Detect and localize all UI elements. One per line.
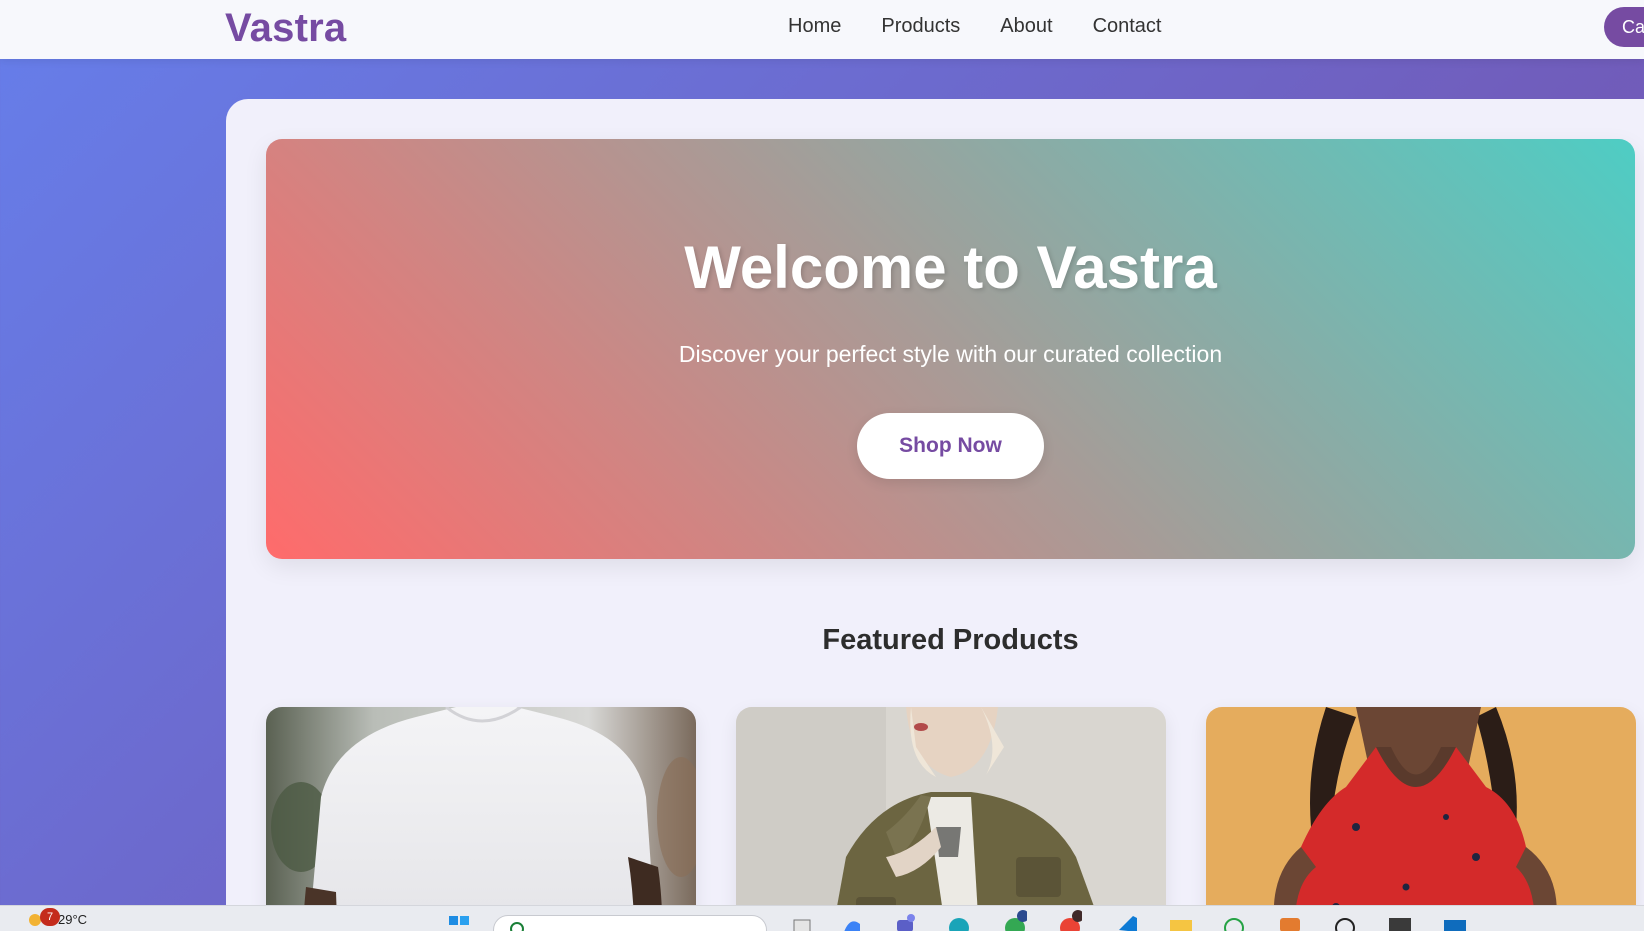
product-image-white-tshirt[interactable] [266, 707, 696, 919]
product-card[interactable] [266, 707, 696, 919]
notification-badge: 7 [40, 908, 60, 926]
nav-links: Home Products About Contact [788, 15, 1162, 38]
hero-subtitle: Discover your perfect style with our cur… [678, 341, 1223, 367]
cart-button[interactable]: Ca [1604, 7, 1644, 47]
featured-products-title: Featured Products [822, 624, 1079, 656]
store-icon[interactable] [1442, 910, 1466, 931]
whatsapp-icon[interactable] [1222, 910, 1246, 931]
main-container: Welcome to Vastra Discover your perfect … [226, 99, 1644, 919]
search-icon [510, 922, 524, 931]
vscode-icon[interactable] [1115, 910, 1139, 931]
copilot-icon[interactable] [840, 910, 864, 931]
task-view-icon[interactable] [790, 910, 814, 931]
navbar: Vastra Home Products About Contact Ca [0, 0, 1644, 59]
nav-link-about[interactable]: About [1000, 15, 1052, 38]
weather-temperature: 29°C [58, 911, 88, 927]
shop-now-button[interactable]: Shop Now [857, 413, 1044, 479]
taskbar-search-input[interactable] [493, 915, 767, 931]
teams-icon[interactable] [893, 910, 917, 931]
nav-link-products[interactable]: Products [881, 15, 960, 38]
weather-widget[interactable]: 7 29°C [26, 908, 87, 930]
chrome-icon-active[interactable] [1058, 910, 1084, 931]
weather-icon: 7 [26, 908, 60, 930]
windows-start-icon[interactable] [447, 910, 471, 931]
nav-link-contact[interactable]: Contact [1093, 15, 1162, 38]
windows-taskbar: 7 29°C [0, 905, 1644, 931]
chrome-profile-icon[interactable] [1003, 910, 1029, 931]
app-icon-orange[interactable] [1278, 910, 1302, 931]
github-icon[interactable] [1333, 910, 1357, 931]
product-card[interactable] [1206, 707, 1636, 919]
product-image-red-floral-dress[interactable] [1206, 707, 1636, 919]
edge-browser-icon[interactable] [947, 910, 971, 931]
nav-link-home[interactable]: Home [788, 15, 841, 38]
site-logo[interactable]: Vastra [225, 6, 346, 51]
product-card[interactable] [736, 707, 1166, 919]
hero-title: Welcome to Vastra [684, 234, 1217, 301]
terminal-icon[interactable] [1387, 910, 1411, 931]
file-explorer-icon[interactable] [1168, 910, 1192, 931]
hero-banner: Welcome to Vastra Discover your perfect … [266, 139, 1635, 559]
product-image-olive-jacket[interactable] [736, 707, 1166, 919]
